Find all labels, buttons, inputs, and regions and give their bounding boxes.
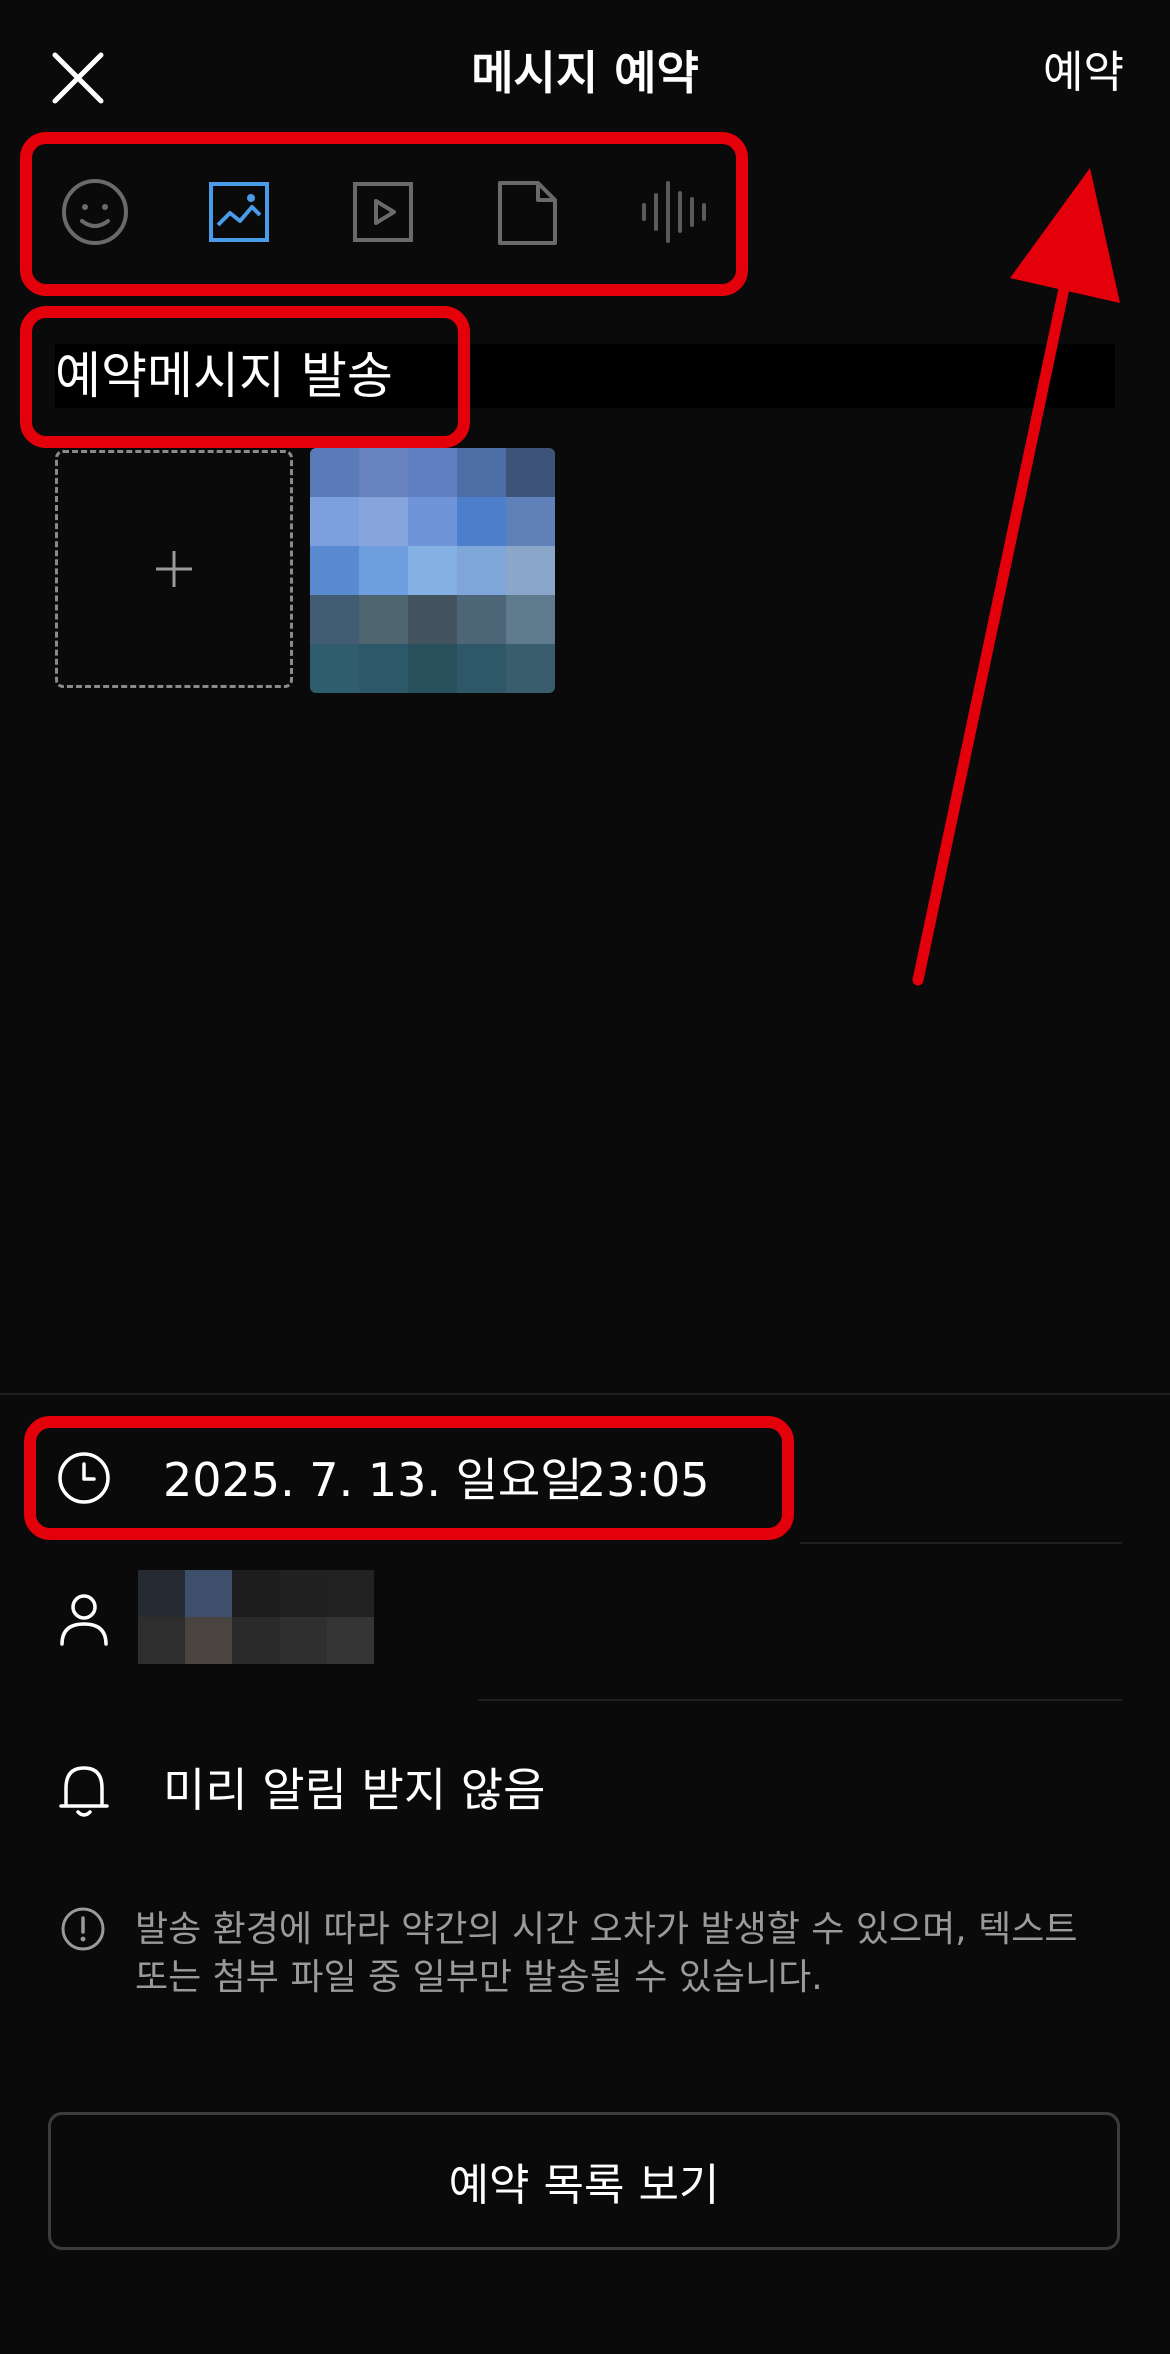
recipient-avatar	[138, 1570, 374, 1664]
annotation-arrow	[912, 168, 1120, 986]
section-divider	[0, 1393, 1170, 1395]
bell-icon	[59, 1766, 109, 1817]
person-icon	[60, 1594, 108, 1646]
view-reservation-list-button[interactable]: 예약 목록 보기	[48, 2112, 1120, 2250]
row-divider	[478, 1699, 1122, 1701]
info-icon	[61, 1907, 105, 1951]
notice-line-1: 발송 환경에 따라 약간의 시간 오차가 발생할 수 있으며, 텍스트	[135, 1909, 1078, 1950]
page-title: 메시지 예약	[471, 46, 699, 100]
message-highlight-box	[20, 306, 470, 448]
reserve-button[interactable]: 예약	[1043, 40, 1124, 106]
row-divider	[800, 1542, 1122, 1544]
schedule-highlight-box	[24, 1416, 794, 1540]
view-reservation-list-label: 예약 목록 보기	[448, 2160, 720, 2211]
alert-label: 미리 알림 받지 않음	[163, 1763, 546, 1817]
attached-image-thumbnail[interactable]	[310, 448, 555, 693]
notice-line-2: 또는 첨부 파일 중 일부만 발송될 수 있습니다.	[135, 1957, 823, 1998]
toolbar-highlight-box	[20, 132, 748, 296]
notice-text: 발송 환경에 따라 약간의 시간 오차가 발생할 수 있으며, 텍스트 또는 첨…	[135, 1906, 1095, 2002]
add-attachment-button[interactable]	[55, 450, 293, 688]
alert-row[interactable]: 미리 알림 받지 않음	[0, 1740, 1170, 1840]
plus-icon	[156, 551, 192, 587]
